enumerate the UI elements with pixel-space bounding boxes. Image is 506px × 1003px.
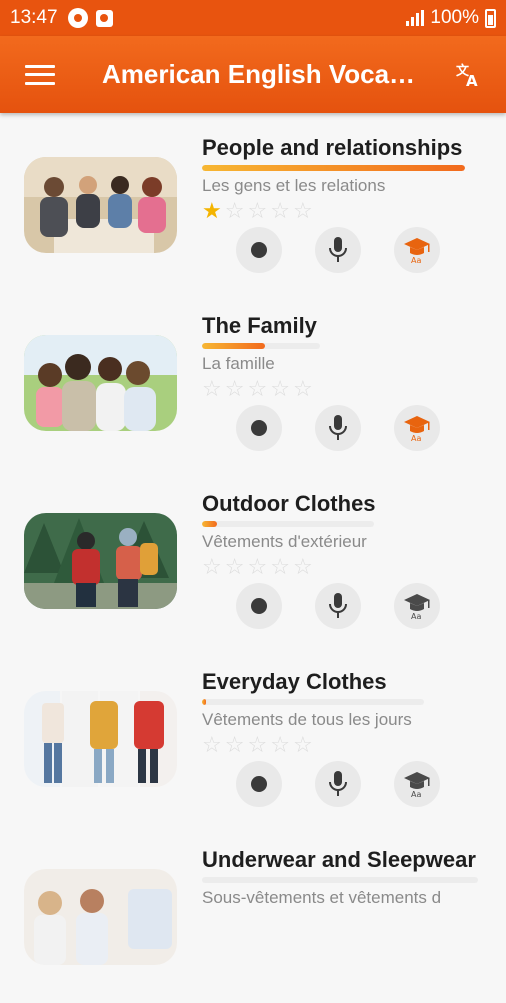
lesson-progress-bar — [202, 165, 465, 171]
star-icon: ☆ — [224, 198, 245, 223]
lesson-rating: ☆ ☆ ☆ ☆ ☆ — [202, 376, 313, 402]
microphone-button[interactable] — [315, 761, 361, 807]
lesson-title: The Family — [202, 313, 317, 338]
app-title: American English Voca… — [102, 59, 416, 89]
star-icon: ☆ — [292, 198, 313, 223]
star-icon: ☆ — [292, 376, 313, 401]
record-button[interactable] — [236, 405, 282, 451]
svg-text:Aa: Aa — [411, 434, 421, 442]
lesson-subtitle: Les gens et les relations — [202, 176, 386, 195]
record-dot-icon — [251, 776, 267, 792]
record-dot-icon — [251, 420, 267, 436]
menu-button[interactable] — [0, 36, 80, 113]
star-icon: ★ — [202, 198, 222, 223]
battery-icon — [485, 8, 496, 28]
lesson-progress-bar — [202, 699, 424, 705]
microphone-button[interactable] — [315, 227, 361, 273]
record-button[interactable] — [236, 227, 282, 273]
microphone-icon — [329, 237, 347, 262]
star-icon: ☆ — [247, 198, 268, 223]
translate-icon: 文 A — [456, 63, 478, 88]
lesson-progress-bar — [202, 343, 320, 349]
record-button[interactable] — [236, 761, 282, 807]
star-icon: ☆ — [224, 732, 245, 757]
graduation-cap-icon: Aa — [404, 416, 430, 442]
microphone-icon — [329, 415, 347, 440]
lesson-title: People and relationships — [202, 135, 463, 160]
record-button[interactable] — [236, 583, 282, 629]
svg-text:Aa: Aa — [411, 790, 421, 798]
svg-text:Aa: Aa — [411, 612, 421, 620]
battery-percent: 100% — [430, 7, 479, 28]
graduation-cap-icon: Aa — [404, 772, 430, 798]
lesson-card[interactable]: Everyday Clothes Vêtements de tous les j… — [0, 647, 506, 825]
star-icon: ☆ — [270, 198, 290, 223]
star-icon: ☆ — [224, 554, 245, 579]
status-time: 13:47 — [10, 7, 58, 28]
graduation-cap-icon: Aa — [404, 238, 430, 264]
star-icon: ☆ — [270, 554, 290, 579]
app-bar: American English Voca… 文 A — [0, 36, 506, 113]
lesson-rating: ☆ ☆ ☆ ☆ ☆ — [202, 732, 313, 758]
svg-text:Aa: Aa — [411, 256, 421, 264]
microphone-button[interactable] — [315, 405, 361, 451]
lesson-rating: ★ ☆ ☆ ☆ ☆ — [202, 198, 313, 224]
star-icon: ☆ — [292, 732, 313, 757]
microphone-icon — [329, 593, 347, 618]
star-icon: ☆ — [202, 554, 222, 579]
lesson-title: Everyday Clothes — [202, 669, 387, 694]
lesson-subtitle: La famille — [202, 354, 275, 373]
lesson-thumbnail — [24, 157, 177, 253]
lesson-card[interactable]: Underwear and Sleepwear Sous-vêtements e… — [0, 825, 506, 1003]
microphone-button[interactable] — [315, 583, 361, 629]
lesson-progress-bar — [202, 877, 478, 883]
lesson-subtitle: Vêtements de tous les jours — [202, 710, 412, 729]
signal-icon — [406, 10, 425, 26]
star-icon: ☆ — [270, 732, 290, 757]
lesson-thumbnail — [24, 513, 177, 609]
star-icon: ☆ — [247, 554, 268, 579]
lesson-title: Underwear and Sleepwear — [202, 847, 476, 872]
status-bar: 13:47 100% — [0, 0, 506, 36]
lesson-card[interactable]: Outdoor Clothes Vêtements d'extérieur ☆ ☆… — [0, 469, 506, 647]
star-icon: ☆ — [247, 376, 268, 401]
location-notification-icon — [67, 8, 88, 28]
learn-button[interactable]: Aa — [394, 227, 440, 273]
lesson-thumbnail — [24, 869, 177, 965]
app-notification-icon — [95, 9, 113, 27]
lesson-card[interactable]: People and relationships Les gens et les… — [0, 113, 506, 291]
star-icon: ☆ — [270, 376, 290, 401]
lesson-thumbnail — [24, 691, 177, 787]
star-icon: ☆ — [202, 732, 222, 757]
record-dot-icon — [251, 242, 267, 258]
lesson-rating: ☆ ☆ ☆ ☆ ☆ — [202, 554, 313, 580]
lesson-card[interactable]: The Family La famille ☆ ☆ ☆ ☆ ☆ Aa — [0, 291, 506, 469]
translate-button[interactable]: 文 A — [430, 36, 506, 113]
hamburger-icon — [25, 64, 55, 85]
lesson-subtitle: Sous-vêtements et vêtements d — [202, 888, 442, 907]
star-icon: ☆ — [202, 376, 222, 401]
lesson-thumbnail — [24, 335, 177, 431]
lesson-progress-bar — [202, 521, 374, 527]
star-icon: ☆ — [292, 554, 313, 579]
learn-button[interactable]: Aa — [394, 583, 440, 629]
learn-button[interactable]: Aa — [394, 761, 440, 807]
learn-button[interactable]: Aa — [394, 405, 440, 451]
svg-text:A: A — [466, 72, 478, 88]
microphone-icon — [329, 771, 347, 796]
lesson-title: Outdoor Clothes — [202, 491, 376, 516]
lesson-subtitle: Vêtements d'extérieur — [202, 532, 367, 551]
star-icon: ☆ — [224, 376, 245, 401]
record-dot-icon — [251, 598, 267, 614]
star-icon: ☆ — [247, 732, 268, 757]
graduation-cap-icon: Aa — [404, 594, 430, 620]
